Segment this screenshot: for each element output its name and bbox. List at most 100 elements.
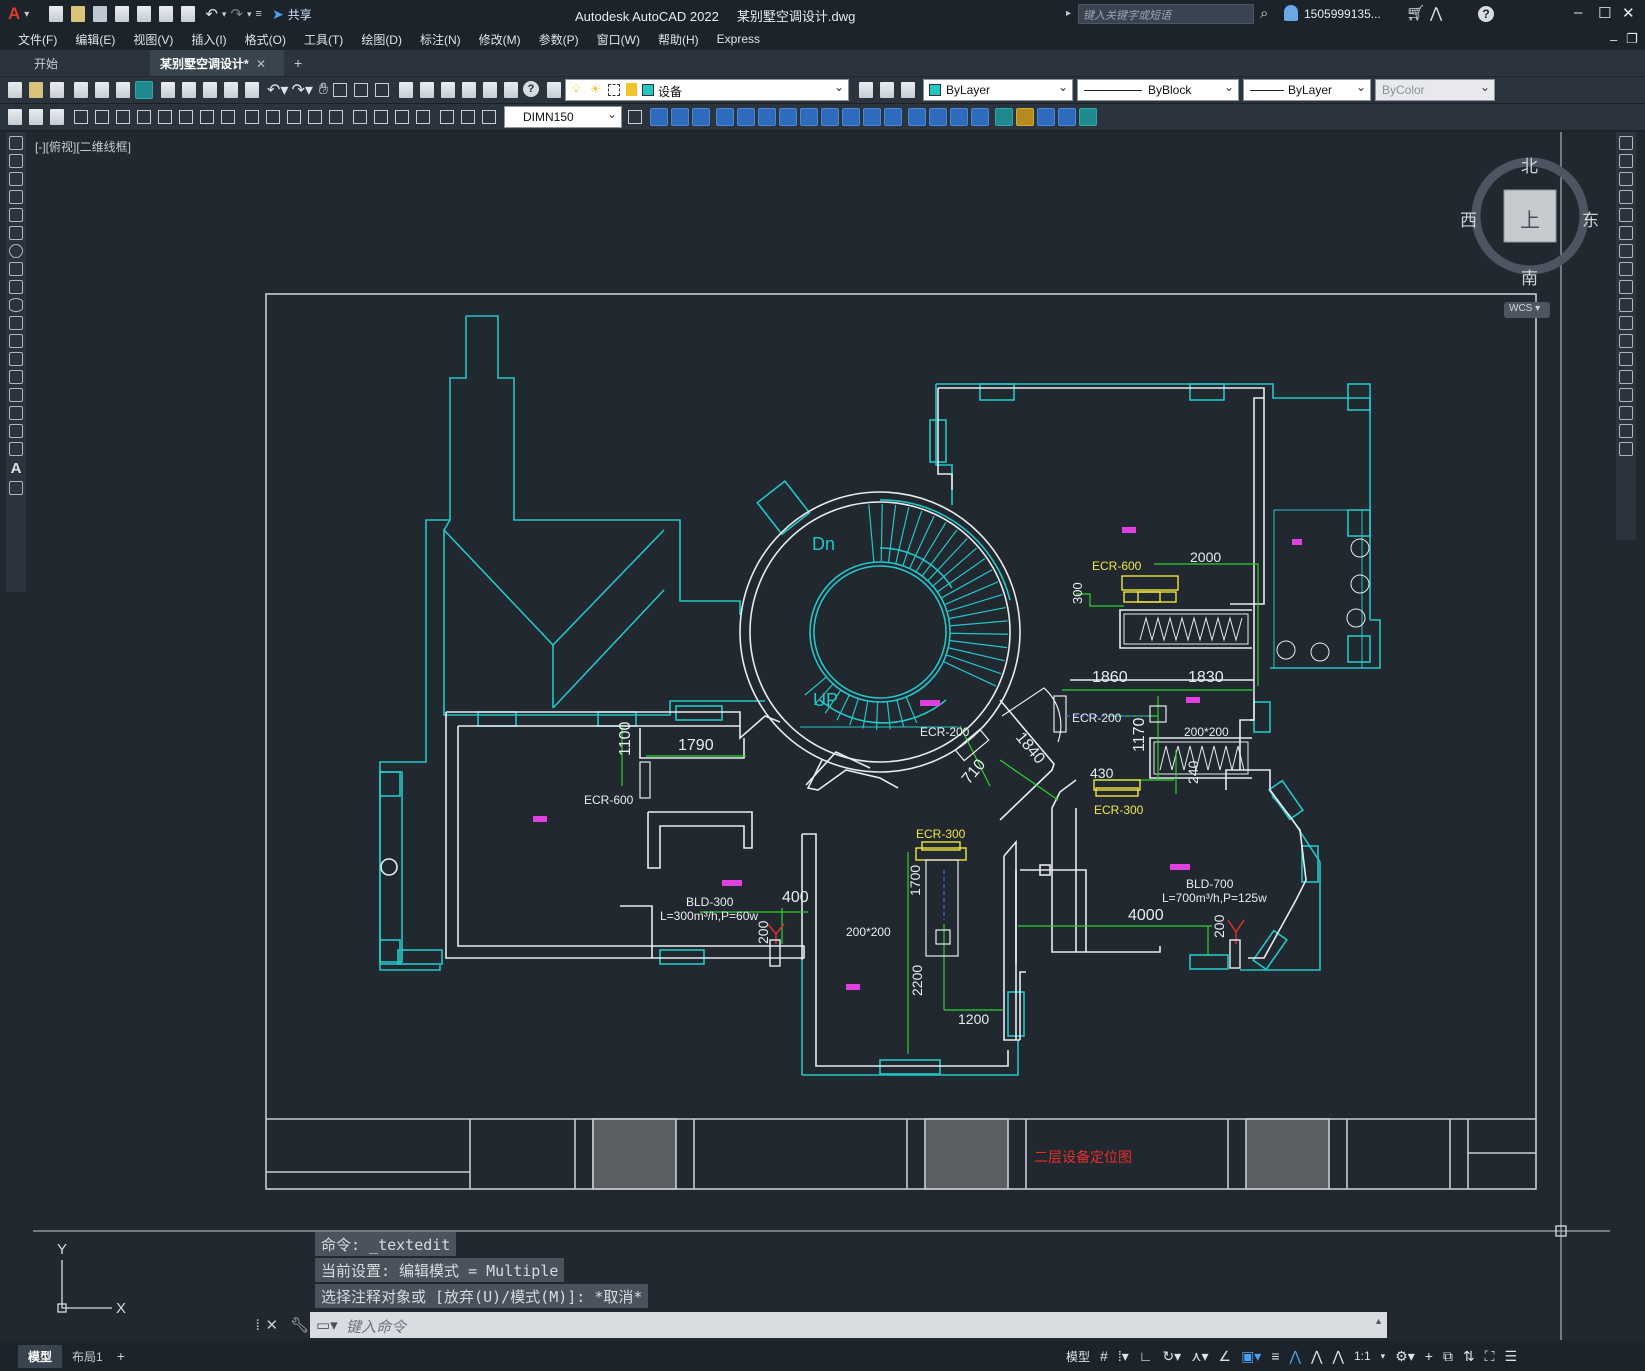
polar-icon[interactable]: ↻▾	[1162, 1348, 1181, 1365]
dim-style-manager-icon[interactable]	[628, 110, 642, 124]
new-tab-icon[interactable]: +	[294, 55, 302, 71]
hatch-icon[interactable]	[9, 388, 23, 402]
command-history-toggle-icon[interactable]: ▴	[1376, 1316, 1381, 1327]
tb-publish-icon[interactable]	[116, 82, 130, 98]
menu-help[interactable]: 帮助(H)	[658, 31, 699, 48]
viewcube-top-face[interactable]: 上	[1520, 204, 1540, 233]
redo-icon[interactable]: ↷	[230, 5, 243, 23]
command-input[interactable]: ▭▾ 键入命令 ▴	[310, 1312, 1387, 1338]
menu-express[interactable]: Express	[717, 32, 760, 46]
copy-icon[interactable]	[1619, 154, 1633, 168]
snap-icon[interactable]: ⁞▾	[1118, 1348, 1129, 1365]
lineweight-icon[interactable]: ≡	[1271, 1348, 1279, 1364]
modify-a-icon[interactable]	[650, 108, 668, 126]
ellipse-arc-icon[interactable]	[9, 316, 23, 330]
modify-h-icon[interactable]	[800, 108, 818, 126]
dim-quick-icon[interactable]	[245, 110, 259, 124]
add-selected-icon[interactable]	[9, 481, 23, 495]
layer-on-icon[interactable]: 💡︎	[572, 82, 580, 97]
erase-icon[interactable]	[1619, 136, 1633, 150]
menu-tools[interactable]: 工具(T)	[304, 31, 343, 48]
polygon-icon[interactable]	[9, 190, 23, 204]
tolerance-icon[interactable]	[353, 110, 367, 124]
menu-file[interactable]: 文件(F)	[18, 31, 57, 48]
dim-ordinate-icon[interactable]	[137, 110, 151, 124]
compass-south[interactable]: 南	[1521, 264, 1538, 289]
tb-block-icon[interactable]	[245, 82, 259, 98]
title-block-text[interactable]: 二层设备定位图	[1034, 1149, 1132, 1165]
offset-icon[interactable]	[1619, 190, 1633, 204]
tb-markup-icon[interactable]	[483, 82, 497, 98]
workspace-gear-icon[interactable]: ⚙︎▾	[1395, 1348, 1415, 1365]
tb-tool-palettes-icon[interactable]	[441, 82, 455, 98]
tb-match-icon[interactable]	[224, 82, 238, 98]
dim-break-icon[interactable]	[329, 110, 343, 124]
viewport-controls[interactable]: [-][俯视][二维线框]	[35, 138, 131, 155]
tb-zoom-window-icon[interactable]	[354, 83, 368, 97]
tab-start[interactable]: 开始	[0, 50, 116, 76]
tb-3d-print-icon[interactable]	[135, 81, 153, 99]
menu-format[interactable]: 格式(O)	[245, 31, 286, 48]
customization-icon[interactable]: ☰	[1504, 1348, 1517, 1365]
modify-l-icon[interactable]	[884, 108, 902, 126]
redo-dropdown-icon[interactable]: ▾	[247, 9, 252, 20]
equipment-ecr300-right[interactable]	[1093, 779, 1141, 797]
array-icon[interactable]	[1619, 208, 1633, 222]
quick-properties-icon[interactable]: ⇅	[1463, 1348, 1475, 1365]
modify-k-icon[interactable]	[863, 108, 881, 126]
gradient-icon[interactable]	[9, 406, 23, 420]
equipment-bld700[interactable]	[1227, 919, 1245, 969]
annotation-scale-value[interactable]: 1:1	[1354, 1349, 1371, 1363]
model-space-button[interactable]: 模型	[1066, 1348, 1090, 1365]
tb-help-icon[interactable]: ?	[523, 81, 539, 97]
doc-minimize-icon[interactable]: –	[1610, 32, 1617, 47]
dim-jogged-icon[interactable]	[179, 110, 193, 124]
modify-g-icon[interactable]	[779, 108, 797, 126]
inspect-icon[interactable]	[395, 110, 409, 124]
cart-icon[interactable]: 🛒︎	[1406, 4, 1425, 22]
modify-o-icon[interactable]	[950, 108, 968, 126]
insert-block-icon[interactable]	[9, 334, 23, 348]
floor-vent-center[interactable]	[925, 859, 959, 957]
modify-c-icon[interactable]	[692, 108, 710, 126]
logo-menu-chevron-icon[interactable]: ▾	[24, 9, 29, 20]
command-grip-icon[interactable]: ⦙	[256, 1317, 259, 1334]
modify-s-icon[interactable]	[1037, 108, 1055, 126]
linetype-dropdown[interactable]: ByBlock	[1077, 79, 1239, 101]
layer-thaw-icon[interactable]: ☀︎	[590, 82, 601, 96]
modify-p-icon[interactable]	[971, 108, 989, 126]
mirror-icon[interactable]	[1619, 172, 1633, 186]
auto-scale-icon[interactable]: ⋀	[1311, 1348, 1322, 1365]
undo-dropdown-icon[interactable]: ▾	[222, 9, 227, 20]
jog-line-icon[interactable]	[416, 110, 430, 124]
scale-dropdown-icon[interactable]: ▾	[1381, 1351, 1386, 1362]
menu-dimension[interactable]: 标注(N)	[420, 31, 461, 48]
make-current-layer-icon[interactable]	[859, 82, 873, 98]
dim-diameter-icon[interactable]	[200, 110, 214, 124]
add-layout-icon[interactable]: +	[117, 1348, 125, 1364]
command-close-icon[interactable]: ✕	[266, 1317, 279, 1334]
table-icon[interactable]	[9, 442, 23, 456]
equipment-ecr600-left[interactable]	[639, 761, 651, 799]
lineweight-dropdown[interactable]: ByLayer	[1243, 79, 1371, 101]
modify-d-icon[interactable]	[716, 108, 734, 126]
autocad-logo[interactable]: A	[8, 4, 20, 24]
revision-cloud-icon[interactable]	[9, 262, 23, 276]
modify-r-icon[interactable]	[1016, 108, 1034, 126]
tb-cut-icon[interactable]	[161, 82, 175, 98]
osnap-tracking-icon[interactable]: ∠	[1219, 1348, 1232, 1365]
dim-edit-icon[interactable]	[440, 110, 454, 124]
dim-arc-icon[interactable]	[116, 110, 130, 124]
layer-lock-icon[interactable]	[626, 83, 637, 96]
osnap-icon[interactable]: ▣▾	[1241, 1348, 1261, 1365]
export-icon[interactable]	[159, 6, 174, 22]
tab-drawing[interactable]: 某别墅空调设计* ✕	[150, 50, 284, 76]
dim-aligned-icon[interactable]	[95, 110, 109, 124]
dim-baseline-icon[interactable]	[266, 110, 280, 124]
publish-icon[interactable]	[137, 6, 152, 22]
modify-b-icon[interactable]	[671, 108, 689, 126]
tb2-c-icon[interactable]	[50, 109, 64, 125]
tb-copy-icon[interactable]	[182, 82, 196, 98]
tb-sheet-set-icon[interactable]	[462, 82, 476, 98]
fillet-icon[interactable]	[1619, 406, 1633, 420]
